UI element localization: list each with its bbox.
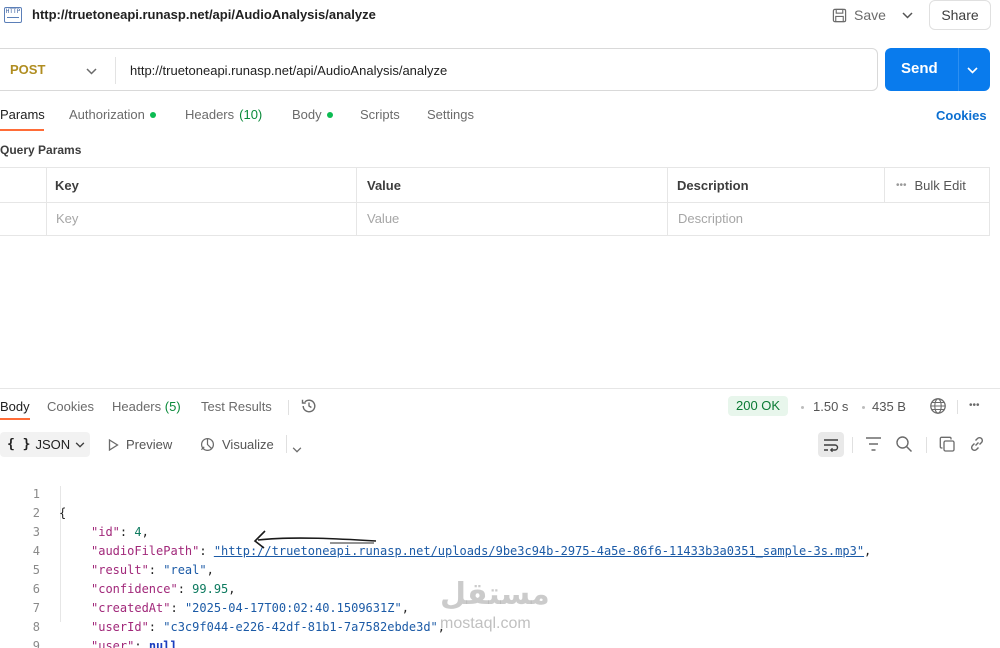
response-active-tab-indicator <box>0 418 30 420</box>
line-number: 9 <box>32 639 40 648</box>
value-input[interactable]: Value <box>367 211 399 226</box>
send-button[interactable]: Send <box>885 48 990 91</box>
tab-scripts-label: Scripts <box>360 107 400 122</box>
tab-authorization[interactable]: Authorization <box>69 107 156 122</box>
method-select[interactable]: POST <box>10 62 45 77</box>
tab-body[interactable]: Body <box>292 107 333 122</box>
save-button[interactable]: Save <box>832 4 886 26</box>
toolbar-divider <box>852 437 853 453</box>
history-icon[interactable] <box>300 397 318 420</box>
tab-params-label: Params <box>0 107 45 122</box>
watermark-logo: مستقل <box>440 577 550 612</box>
tab-body-label: Body <box>292 107 322 122</box>
http-request-icon: HTTP <box>4 7 22 23</box>
preview-label: Preview <box>126 437 173 452</box>
table-col-divider <box>667 168 668 235</box>
tab-scripts[interactable]: Scripts <box>360 107 400 122</box>
save-options-chevron-icon[interactable] <box>895 4 919 26</box>
send-divider <box>958 48 959 91</box>
send-options-chevron-icon[interactable] <box>967 61 978 79</box>
meta-separator <box>862 406 865 409</box>
code-line: 1 { <box>0 466 1000 520</box>
tab-divider <box>288 400 289 415</box>
table-col-divider <box>884 168 885 202</box>
bulk-edit-label: Bulk Edit <box>914 178 966 193</box>
tab-headers-count: (10) <box>239 107 263 122</box>
response-tab-headers[interactable]: Headers (5) <box>112 399 181 414</box>
active-tab-indicator <box>0 129 44 131</box>
table-header-divider <box>0 202 989 203</box>
tab-headers-label: Headers <box>185 107 235 122</box>
play-icon <box>108 438 119 451</box>
tab-params[interactable]: Params <box>0 107 45 122</box>
json-braces-icon: { } <box>7 437 31 452</box>
send-label: Send <box>901 60 938 77</box>
request-title[interactable]: http://truetoneapi.runasp.net/api/AudioA… <box>32 7 376 22</box>
tab-settings[interactable]: Settings <box>427 107 474 122</box>
params-table: Key Value Description ••• Bulk Edit Key … <box>0 167 990 236</box>
format-select[interactable]: { } JSON <box>0 432 90 457</box>
visualize-button[interactable]: Visualize <box>200 437 274 452</box>
url-bar: POST http://truetoneapi.runasp.net/api/A… <box>0 48 878 91</box>
table-col-divider <box>356 168 357 235</box>
url-divider <box>115 57 116 84</box>
status-badge[interactable]: 200 OK <box>728 396 789 416</box>
response-size[interactable]: 435 B <box>872 399 906 414</box>
response-time[interactable]: 1.50 s <box>813 399 848 414</box>
more-options-icon[interactable]: ••• <box>896 178 907 193</box>
response-divider[interactable] <box>0 388 1000 389</box>
toolbar-divider <box>926 437 927 453</box>
column-header-description: Description <box>677 178 749 193</box>
preview-button[interactable]: Preview <box>108 437 172 452</box>
response-tab-cookies[interactable]: Cookies <box>47 399 94 414</box>
wrap-lines-button[interactable] <box>818 432 844 457</box>
response-tab-headers-label: Headers <box>112 399 162 414</box>
key-input[interactable]: Key <box>56 211 78 226</box>
share-button[interactable]: Share <box>929 0 991 30</box>
chevron-down-icon <box>75 441 85 448</box>
tab-headers[interactable]: Headers (10) <box>185 107 262 122</box>
meta-divider <box>957 400 958 414</box>
copy-icon[interactable] <box>939 436 956 458</box>
description-input[interactable]: Description <box>678 211 743 226</box>
authorization-status-dot <box>149 111 156 118</box>
code-line: 3 "audioFilePath": "http://truetoneapi.r… <box>0 504 1000 558</box>
method-chevron-down-icon[interactable] <box>86 62 97 80</box>
tab-settings-label: Settings <box>427 107 474 122</box>
body-status-dot <box>326 111 333 118</box>
response-more-icon[interactable]: ••• <box>969 400 980 411</box>
link-icon[interactable] <box>968 435 986 458</box>
cookies-link[interactable]: Cookies <box>936 108 987 123</box>
wrap-lines-icon <box>824 438 839 452</box>
visualize-chevron-down-icon[interactable] <box>292 440 302 458</box>
bulk-edit-button[interactable]: ••• Bulk Edit <box>896 178 966 193</box>
url-input[interactable]: http://truetoneapi.runasp.net/api/AudioA… <box>130 63 447 78</box>
watermark-url: mostaql.com <box>440 615 531 632</box>
visualize-label: Visualize <box>222 437 274 452</box>
column-header-key: Key <box>55 178 79 193</box>
code-text: "user": null <box>91 639 178 648</box>
query-params-title: Query Params <box>0 143 82 157</box>
code-line: 5 "confidence": 99.95, <box>0 542 1000 596</box>
column-header-value: Value <box>367 178 401 193</box>
response-tab-headers-count: (5) <box>164 399 181 414</box>
filter-icon[interactable] <box>865 436 882 457</box>
meta-separator <box>801 406 804 409</box>
search-icon[interactable] <box>895 435 913 458</box>
http-badge-label: HTTP <box>5 8 21 15</box>
code-line: 2 "id": 4, <box>0 485 1000 539</box>
table-col-divider <box>46 168 47 235</box>
globe-icon[interactable] <box>929 397 947 420</box>
save-label: Save <box>854 7 886 23</box>
response-tab-test-results[interactable]: Test Results <box>201 399 272 414</box>
code-line: 4 "result": "real", <box>0 523 1000 577</box>
arrow-annotation-icon <box>253 530 377 549</box>
format-label: JSON <box>35 437 71 452</box>
save-icon <box>832 8 847 22</box>
visualize-icon <box>200 437 215 452</box>
toolbar-divider <box>286 435 287 453</box>
tab-authorization-label: Authorization <box>69 107 145 122</box>
response-tab-body[interactable]: Body <box>0 399 30 414</box>
